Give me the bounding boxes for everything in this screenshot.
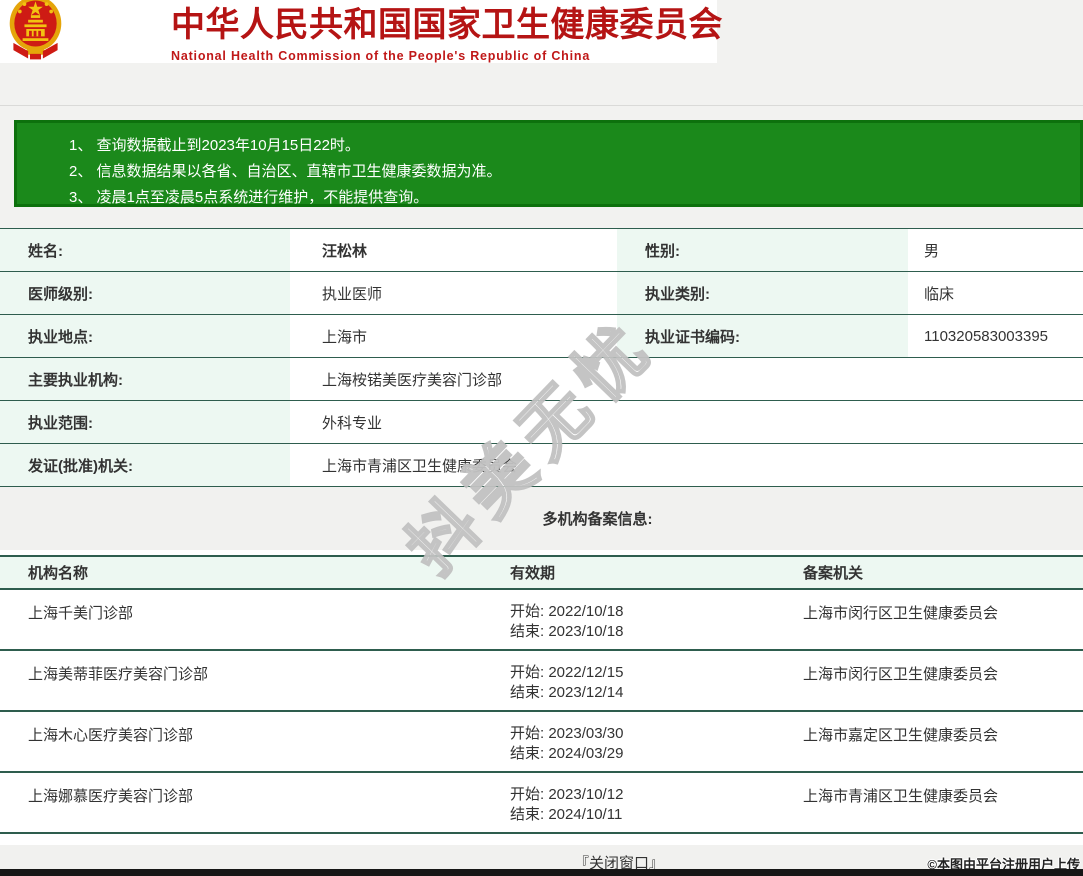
- validity-start: 开始: 2022/10/18: [510, 602, 775, 622]
- table-row: 执业范围: 外科专业: [0, 401, 1083, 444]
- org-validity: 开始: 2022/12/15 结束: 2023/12/14: [482, 663, 775, 710]
- org-validity: 开始: 2022/10/18 结束: 2023/10/18: [482, 602, 775, 649]
- table-row: 上海木心医疗美容门诊部 开始: 2023/03/30 结束: 2024/03/2…: [0, 712, 1083, 773]
- table-row: 上海千美门诊部 开始: 2022/10/18 结束: 2023/10/18 上海…: [0, 590, 1083, 651]
- value-gender: 男: [908, 229, 1083, 271]
- validity-start: 开始: 2022/12/15: [510, 663, 775, 683]
- validity-end: 结束: 2023/10/18: [510, 622, 775, 642]
- multi-org-section-heading: 多机构备案信息:: [0, 487, 1083, 550]
- org-name: 上海美蒂菲医疗美容门诊部: [0, 663, 482, 710]
- column-header-authority: 备案机关: [775, 562, 1083, 583]
- table-row: 执业地点: 上海市 执业证书编码: 110320583003395: [0, 315, 1083, 358]
- multi-org-table: 机构名称 有效期 备案机关 上海千美门诊部 开始: 2022/10/18 结束:…: [0, 550, 1083, 845]
- multi-org-header-row: 机构名称 有效期 备案机关: [0, 555, 1083, 590]
- label-issuing-authority: 发证(批准)机关:: [0, 444, 290, 486]
- column-header-validity: 有效期: [482, 562, 775, 583]
- table-row: 上海娜慕医疗美容门诊部 开始: 2023/10/12 结束: 2024/10/1…: [0, 773, 1083, 834]
- notice-line-2: 2、 信息数据结果以各省、自治区、直辖市卫生健康委数据为准。: [69, 159, 1080, 185]
- column-header-org-name: 机构名称: [0, 562, 482, 583]
- validity-end: 结束: 2023/12/14: [510, 683, 775, 703]
- validity-end: 结束: 2024/03/29: [510, 744, 775, 764]
- value-practice-category: 临床: [908, 272, 1083, 314]
- site-header: 中华人民共和国国家卫生健康委员会 National Health Commiss…: [0, 0, 717, 63]
- value-doctor-level: 执业医师: [290, 272, 617, 314]
- multi-org-section-title: 多机构备案信息:: [543, 508, 653, 529]
- org-authority: 上海市嘉定区卫生健康委员会: [775, 724, 1083, 771]
- label-practice-scope: 执业范围:: [0, 401, 290, 443]
- org-authority: 上海市闵行区卫生健康委员会: [775, 602, 1083, 649]
- site-title-cn: 中华人民共和国国家卫生健康委员会: [171, 0, 723, 46]
- national-emblem-icon: [7, 0, 64, 64]
- value-main-org: 上海桉锘美医疗美容门诊部: [290, 358, 1083, 400]
- doctor-info-table: 姓名: 汪松林 性别: 男 医师级别: 执业医师 执业类别: 临床 执业地点: …: [0, 228, 1083, 487]
- label-name: 姓名:: [0, 229, 290, 271]
- header-divider: [0, 105, 1083, 106]
- org-authority: 上海市闵行区卫生健康委员会: [775, 663, 1083, 710]
- label-gender: 性别:: [617, 229, 908, 271]
- label-practice-category: 执业类别:: [617, 272, 908, 314]
- org-authority: 上海市青浦区卫生健康委员会: [775, 785, 1083, 832]
- org-name: 上海娜慕医疗美容门诊部: [0, 785, 482, 832]
- value-practice-scope: 外科专业: [290, 401, 1083, 443]
- validity-end: 结束: 2024/10/11: [510, 805, 775, 825]
- table-row: 主要执业机构: 上海桉锘美医疗美容门诊部: [0, 358, 1083, 401]
- value-issuing-authority: 上海市青浦区卫生健康委员会: [290, 444, 1083, 486]
- notice-box: 1、 查询数据截止到2023年10月15日22时。 2、 信息数据结果以各省、自…: [14, 120, 1083, 207]
- notice-line-1: 1、 查询数据截止到2023年10月15日22时。: [69, 133, 1080, 159]
- validity-start: 开始: 2023/10/12: [510, 785, 775, 805]
- value-name: 汪松林: [290, 229, 617, 271]
- site-title-en: National Health Commission of the People…: [171, 49, 723, 63]
- org-name: 上海千美门诊部: [0, 602, 482, 649]
- value-practice-place: 上海市: [290, 315, 617, 357]
- label-certificate-number: 执业证书编码:: [617, 315, 908, 357]
- table-row: 姓名: 汪松林 性别: 男: [0, 229, 1083, 272]
- label-doctor-level: 医师级别:: [0, 272, 290, 314]
- table-row: 上海美蒂菲医疗美容门诊部 开始: 2022/12/15 结束: 2023/12/…: [0, 651, 1083, 712]
- table-row: 发证(批准)机关: 上海市青浦区卫生健康委员会: [0, 444, 1083, 487]
- org-validity: 开始: 2023/03/30 结束: 2024/03/29: [482, 724, 775, 771]
- notice-line-3: 3、 凌晨1点至凌晨5点系统进行维护，不能提供查询。: [69, 185, 1080, 211]
- page: 中华人民共和国国家卫生健康委员会 National Health Commiss…: [0, 0, 1083, 876]
- label-main-org: 主要执业机构:: [0, 358, 290, 400]
- label-practice-place: 执业地点:: [0, 315, 290, 357]
- org-validity: 开始: 2023/10/12 结束: 2024/10/11: [482, 785, 775, 832]
- value-certificate-number: 110320583003395: [908, 315, 1083, 357]
- org-name: 上海木心医疗美容门诊部: [0, 724, 482, 771]
- validity-start: 开始: 2023/03/30: [510, 724, 775, 744]
- site-titles: 中华人民共和国国家卫生健康委员会 National Health Commiss…: [171, 0, 723, 63]
- table-row: 医师级别: 执业医师 执业类别: 临床: [0, 272, 1083, 315]
- bottom-strip: [0, 869, 1083, 876]
